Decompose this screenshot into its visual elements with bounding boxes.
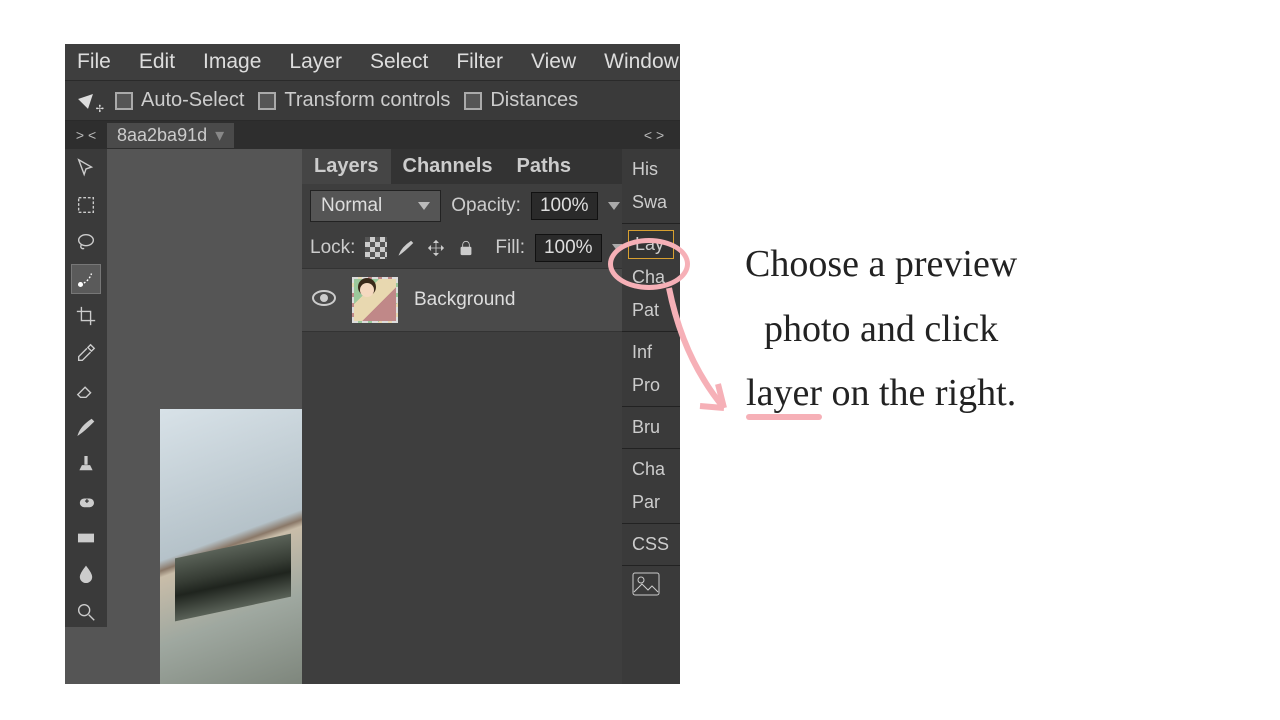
menu-layer[interactable]: Layer — [289, 50, 342, 74]
annotation-arrow — [654, 278, 744, 428]
tab-channels[interactable]: Channels — [391, 149, 505, 184]
visibility-toggle[interactable] — [312, 289, 336, 312]
auto-select-label: Auto-Select — [141, 89, 244, 112]
menu-edit[interactable]: Edit — [139, 50, 175, 74]
annotation-line3: layer on the right. — [745, 361, 1017, 426]
chevron-down-icon — [418, 202, 430, 210]
lock-transparency-icon[interactable] — [365, 237, 387, 259]
blur-tool[interactable] — [71, 560, 101, 590]
menu-view[interactable]: View — [531, 50, 576, 74]
opacity-label: Opacity: — [451, 195, 521, 217]
lock-all-icon[interactable] — [455, 237, 477, 259]
crop-tool[interactable] — [71, 301, 101, 331]
annotation-underlined: layer — [746, 372, 822, 414]
menu-file[interactable]: File — [77, 50, 111, 74]
document-tab[interactable]: 8aa2ba91d ▾ — [107, 123, 234, 148]
annotation-line1: Choose a preview — [745, 232, 1017, 297]
healing-tool[interactable] — [71, 486, 101, 516]
blend-mode-value: Normal — [321, 195, 382, 217]
brush-tool[interactable] — [71, 412, 101, 442]
eraser-tool[interactable] — [71, 375, 101, 405]
toolbar-collapse-toggle[interactable]: > < — [65, 127, 107, 143]
annotation-line2: photo and click — [745, 297, 1017, 362]
lasso-tool[interactable] — [71, 227, 101, 257]
move-tool[interactable] — [71, 153, 101, 183]
rect-select-tool[interactable] — [71, 190, 101, 220]
sidebar-item-paragraph[interactable]: Par — [622, 486, 680, 519]
options-bar: Auto-Select Transform controls Distances — [65, 80, 680, 121]
annotation-text: Choose a preview photo and click layer o… — [745, 232, 1017, 426]
auto-select-checkbox[interactable]: Auto-Select — [115, 89, 244, 112]
transform-controls-checkbox[interactable]: Transform controls — [258, 89, 450, 112]
tool-sidebar — [65, 149, 107, 627]
document-tab-bar: > < 8aa2ba91d ▾ < > — [65, 121, 680, 149]
quick-select-tool[interactable] — [71, 264, 101, 294]
sidebar-item-images[interactable] — [622, 566, 680, 607]
fill-value[interactable]: 100% — [535, 234, 602, 262]
tab-layers[interactable]: Layers — [302, 149, 391, 184]
gradient-tool[interactable] — [71, 523, 101, 553]
menu-filter[interactable]: Filter — [456, 50, 503, 74]
chevron-down-icon[interactable] — [608, 202, 620, 210]
chevron-down-icon[interactable]: ▾ — [215, 125, 224, 146]
sidebar-item-character[interactable]: Cha — [622, 453, 680, 486]
workspace: Layers Channels Paths Normal Opacity: 10… — [65, 149, 680, 684]
app-window: File Edit Image Layer Select Filter View… — [65, 44, 680, 684]
menu-image[interactable]: Image — [203, 50, 261, 74]
lock-paint-icon[interactable] — [395, 237, 417, 259]
sidebar-item-swatches[interactable]: Swa — [622, 186, 680, 219]
right-sidebar-collapse-toggle[interactable]: < > — [628, 127, 680, 143]
layer-thumbnail[interactable] — [352, 277, 398, 323]
lock-label: Lock: — [310, 237, 355, 259]
eyedropper-tool[interactable] — [71, 338, 101, 368]
sidebar-item-history[interactable]: His — [622, 153, 680, 186]
opacity-value[interactable]: 100% — [531, 192, 598, 220]
menu-window[interactable]: Window — [604, 50, 679, 74]
menu-select[interactable]: Select — [370, 50, 428, 74]
distances-label: Distances — [490, 89, 578, 112]
tab-paths[interactable]: Paths — [505, 149, 583, 184]
move-tool-icon — [79, 90, 101, 112]
layer-name[interactable]: Background — [414, 289, 515, 311]
sidebar-item-css[interactable]: CSS — [622, 528, 680, 561]
menubar: File Edit Image Layer Select Filter View… — [65, 44, 680, 80]
clone-stamp-tool[interactable] — [71, 449, 101, 479]
zoom-tool[interactable] — [71, 597, 101, 627]
blend-mode-select[interactable]: Normal — [310, 190, 441, 222]
fill-label: Fill: — [495, 237, 525, 259]
canvas-preview[interactable] — [160, 409, 305, 684]
transform-label: Transform controls — [284, 89, 450, 112]
document-tab-title: 8aa2ba91d — [117, 125, 207, 146]
lock-icons — [365, 237, 477, 259]
distances-checkbox[interactable]: Distances — [464, 89, 578, 112]
lock-move-icon[interactable] — [425, 237, 447, 259]
